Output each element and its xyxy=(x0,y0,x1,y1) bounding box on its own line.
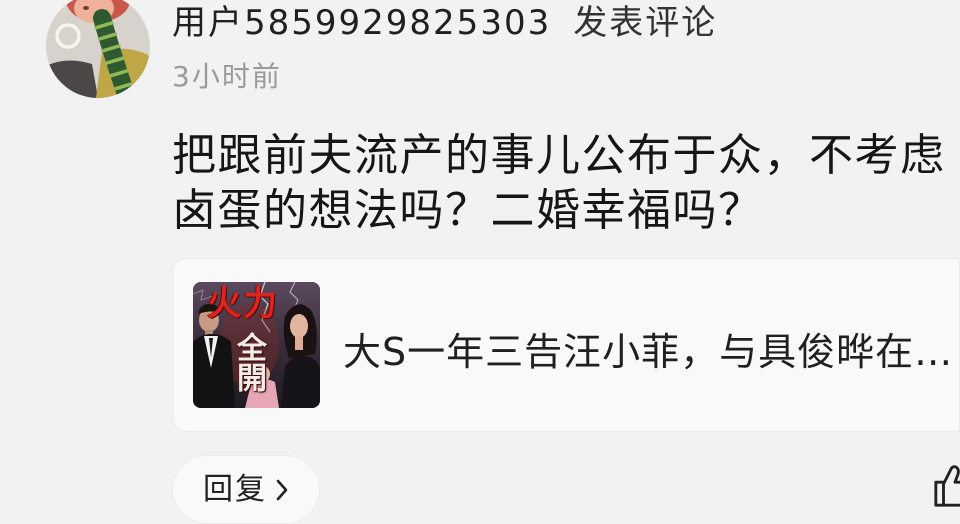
comment-item: 用户5859929825303 发表评论 3小时前 把跟前夫流产的事儿公布于众，… xyxy=(0,0,960,524)
username[interactable]: 用户5859929825303 xyxy=(172,3,551,43)
dark-shirt xyxy=(46,60,98,98)
comment-header: 用户5859929825303 发表评论 xyxy=(172,3,717,43)
comment-text: 把跟前夫流产的事儿公布于众，不考虑卤蛋的想法吗？二婚幸福吗？ xyxy=(172,130,946,236)
article-thumbnail: 火力 全開 xyxy=(193,282,320,408)
poster-title-bottom: 全開 xyxy=(231,332,266,392)
article-title: 大S一年三告汪小菲，与具俊晔在… xyxy=(343,330,954,374)
thumbs-up-icon[interactable] xyxy=(932,463,960,509)
timestamp: 3小时前 xyxy=(172,60,282,93)
poster-title-top: 火力 xyxy=(207,284,279,324)
reply-label: 回复 xyxy=(203,471,267,507)
reply-button[interactable]: 回复 xyxy=(172,455,320,524)
avatar-illustration xyxy=(46,0,150,98)
chevron-right-icon xyxy=(275,478,289,502)
avatar[interactable] xyxy=(46,0,150,98)
avatar-image[interactable] xyxy=(46,0,150,98)
comment-action-text: 发表评论 xyxy=(573,3,718,43)
linked-article-card[interactable]: 火力 全開 大S一年三告汪小菲，与具俊晔在… xyxy=(172,258,960,432)
like-button[interactable] xyxy=(932,463,960,509)
